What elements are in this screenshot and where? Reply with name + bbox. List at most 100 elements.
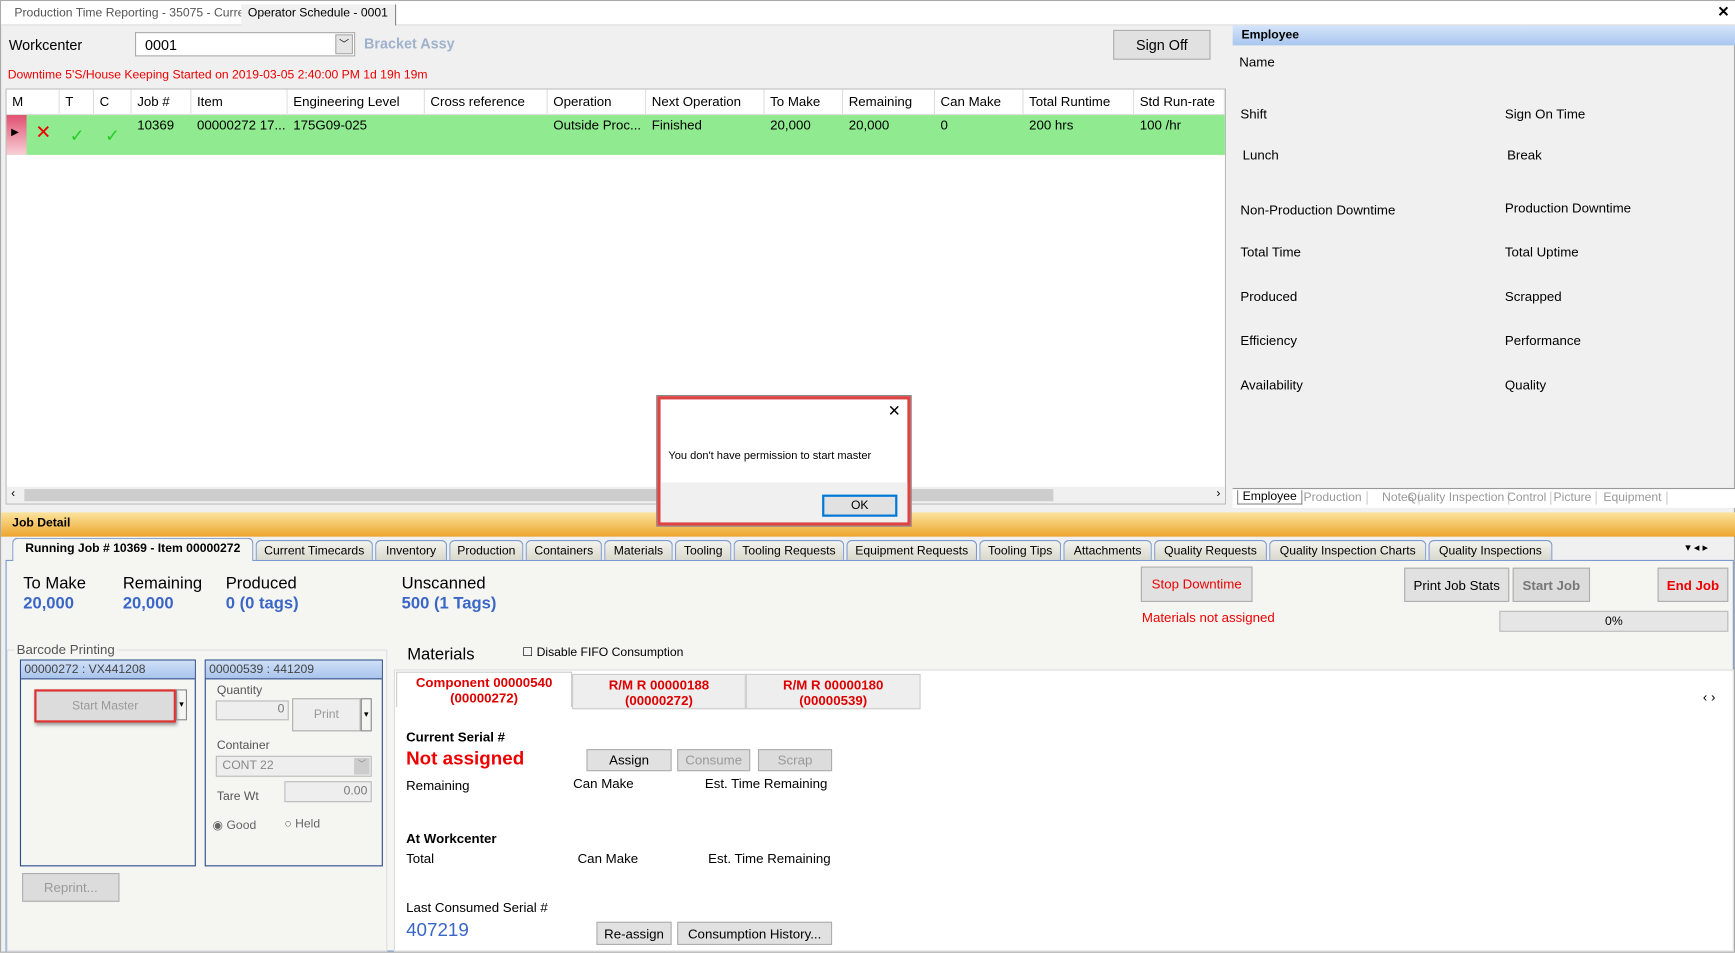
col-next-operation[interactable]: Next Operation: [646, 89, 765, 116]
tab-tooling[interactable]: Tooling: [674, 539, 732, 560]
tab-production[interactable]: Production: [1299, 491, 1368, 505]
progress-bar: 0%: [1499, 610, 1729, 632]
tab-rm-00000188[interactable]: R/M R 00000188 (00000272): [572, 673, 746, 710]
tab-rm-00000180[interactable]: R/M R 00000180 (00000539): [745, 673, 921, 710]
col-to-make[interactable]: To Make: [764, 89, 844, 116]
start-master-dropdown-icon[interactable]: ▾: [175, 689, 188, 721]
table-row[interactable]: ▶ ✕ ✓ ✓ 10369 00000272 17... 175G09-025 …: [6, 115, 1225, 155]
row-selector-icon[interactable]: ▶: [6, 115, 27, 155]
downtime-message: Downtime 5'S/House Keeping Started on 20…: [7, 68, 428, 82]
tab-label: R/M R 00000188: [608, 677, 710, 693]
scroll-left-icon[interactable]: ‹: [11, 487, 15, 500]
col-operation[interactable]: Operation: [547, 89, 647, 116]
document-tabs: Production Time Reporting - 35075 - Curr…: [1, 1, 1735, 26]
start-master-button[interactable]: Start Master: [34, 689, 176, 723]
ok-button[interactable]: OK: [822, 494, 898, 517]
scrap-button[interactable]: Scrap: [757, 749, 833, 772]
cell-eng: 175G09-025: [293, 117, 368, 133]
col-std-rate[interactable]: Std Run-rate: [1134, 89, 1225, 116]
start-job-button[interactable]: Start Job: [1512, 567, 1591, 602]
held-radio[interactable]: ○ Held: [284, 818, 320, 831]
tab-component-00000540[interactable]: Component 00000540 (00000272): [396, 671, 573, 708]
close-icon[interactable]: ✕: [1717, 3, 1729, 21]
field-quality: Quality: [1504, 377, 1547, 393]
quantity-label: Quantity: [216, 683, 263, 698]
consumption-history-button[interactable]: Consumption History...: [677, 921, 833, 945]
remaining-label: Remaining: [122, 574, 203, 594]
sign-off-button[interactable]: Sign Off: [1113, 29, 1211, 60]
chevron-down-icon[interactable]: ﹀: [354, 757, 370, 775]
field-scrapped: Scrapped: [1504, 288, 1562, 305]
col-eng-level[interactable]: Engineering Level: [287, 89, 425, 116]
print-job-stats-button[interactable]: Print Job Stats: [1404, 567, 1510, 602]
produced-label: Produced: [225, 574, 297, 594]
tab-quality-inspection[interactable]: Quality Inspection: [1403, 491, 1510, 505]
col-can-make[interactable]: Can Make: [935, 89, 1024, 116]
tab-picture[interactable]: Picture: [1549, 491, 1597, 505]
tab-equipment[interactable]: Equipment: [1599, 491, 1668, 505]
tare-input[interactable]: 0.00: [284, 781, 372, 803]
col-m[interactable]: M: [6, 89, 60, 116]
tab-production[interactable]: Production: [449, 539, 524, 560]
tab-tooling-tips[interactable]: Tooling Tips: [979, 539, 1062, 560]
tab-quality-inspections[interactable]: Quality Inspections: [1428, 539, 1553, 560]
workcenter-est-time-label: Est. Time Remaining: [708, 850, 831, 867]
col-total-runtime[interactable]: Total Runtime: [1023, 89, 1135, 116]
tab-scroll-icon[interactable]: ‹ ›: [1703, 689, 1716, 704]
tab-tooling-requests[interactable]: Tooling Requests: [733, 539, 845, 560]
employee-tabs: Employee Production Notes Quality Inspec…: [1232, 487, 1735, 508]
horizontal-scrollbar[interactable]: ‹ ›: [6, 486, 1225, 504]
tab-materials[interactable]: Materials: [604, 539, 673, 560]
tab-containers[interactable]: Containers: [525, 539, 602, 560]
materials-panel: [393, 669, 1734, 952]
quantity-input[interactable]: 0: [215, 700, 289, 721]
consume-button[interactable]: Consume: [677, 749, 751, 772]
col-item[interactable]: Item: [191, 89, 288, 116]
check-icon: ✓: [105, 127, 120, 147]
reassign-button[interactable]: Re-assign: [596, 921, 672, 945]
col-job[interactable]: Job #: [131, 89, 192, 116]
tab-label-sub: (00000539): [799, 692, 868, 709]
last-serial-value: 407219: [406, 919, 469, 941]
print-dropdown-icon[interactable]: ▾: [360, 698, 372, 732]
job-grid: M T C Job # Item Engineering Level Cross…: [5, 88, 1227, 505]
print-button[interactable]: Print: [292, 698, 361, 732]
tab-operator-schedule[interactable]: Operator Schedule - 0001: [241, 4, 396, 26]
chevron-down-icon[interactable]: ﹀: [335, 34, 353, 55]
assign-button[interactable]: Assign: [586, 749, 672, 772]
tab-production-time-reporting[interactable]: Production Time Reporting - 35075 - Curr…: [8, 4, 261, 25]
col-remaining[interactable]: Remaining: [843, 89, 936, 116]
reprint-button[interactable]: Reprint...: [22, 873, 120, 902]
workcenter-can-make-label: Can Make: [577, 850, 639, 867]
stop-downtime-button[interactable]: Stop Downtime: [1140, 566, 1253, 602]
field-nonprod-downtime: Non-Production Downtime: [1240, 202, 1396, 218]
good-radio[interactable]: ◉ Good: [212, 818, 256, 832]
col-c[interactable]: C: [94, 89, 132, 116]
tab-running-job-10369-item-00000272[interactable]: Running Job # 10369 - Item 00000272: [12, 537, 254, 562]
field-produced: Produced: [1240, 288, 1298, 305]
est-time-label: Est. Time Remaining: [704, 775, 828, 792]
tab-list-icon[interactable]: ▾ ◂ ▸: [1685, 542, 1708, 554]
field-shift: Shift: [1240, 106, 1267, 122]
end-job-button[interactable]: End Job: [1657, 567, 1729, 602]
tab-current-timecards[interactable]: Current Timecards: [255, 539, 373, 560]
tab-equipment-requests[interactable]: Equipment Requests: [846, 539, 978, 560]
workcenter-select[interactable]: 0001 ﹀: [134, 32, 356, 57]
tab-attachments[interactable]: Attachments: [1063, 539, 1152, 560]
field-performance: Performance: [1504, 333, 1581, 349]
dialog-close-icon[interactable]: ✕: [888, 402, 901, 421]
workcenter-name: Bracket Assy: [364, 35, 455, 53]
scroll-right-icon[interactable]: ›: [1216, 487, 1220, 500]
container-label: Container: [216, 739, 270, 753]
tab-quality-requests[interactable]: Quality Requests: [1154, 539, 1267, 560]
field-sign-on: Sign On Time: [1504, 106, 1586, 122]
col-t[interactable]: T: [59, 89, 95, 116]
container-select[interactable]: CONT 22 ﹀: [215, 755, 372, 777]
tab-control[interactable]: Control: [1503, 491, 1552, 505]
col-cross-ref[interactable]: Cross reference: [424, 89, 548, 116]
cell-operation: Outside Proc...: [553, 117, 642, 133]
fifo-checkbox[interactable]: ☐ Disable FIFO Consumption: [522, 645, 683, 659]
tab-inventory[interactable]: Inventory: [375, 539, 448, 560]
tab-employee[interactable]: Employee: [1237, 490, 1303, 505]
tab-quality-inspection-charts[interactable]: Quality Inspection Charts: [1269, 539, 1427, 560]
